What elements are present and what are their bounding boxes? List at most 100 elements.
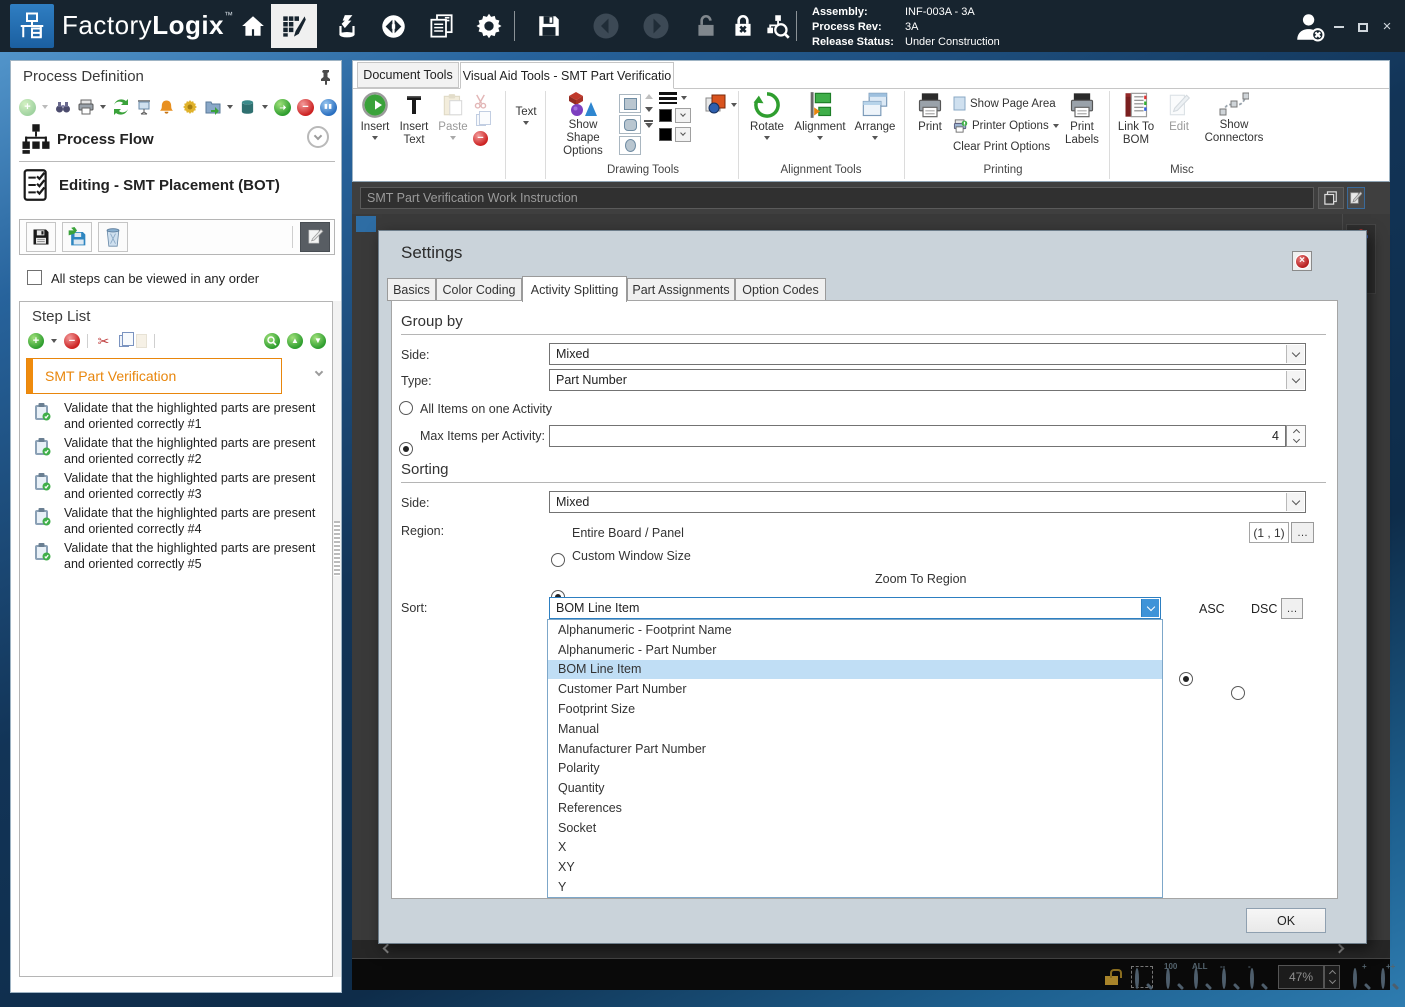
move-step-down-button[interactable] [310,333,326,349]
activate-button[interactable] [274,98,291,116]
cut-button[interactable] [95,333,112,350]
scrollbar-thumb[interactable] [334,521,340,576]
sort-option[interactable]: Customer Part Number [548,679,1162,699]
step-item[interactable]: Validate that the highlighted parts are … [28,540,328,575]
dialog-close-button[interactable] [1292,251,1312,271]
export-caret[interactable] [227,105,233,109]
region-more-button[interactable]: … [1291,522,1314,543]
show-shape-options-button[interactable]: Show Shape Options [551,91,615,158]
edit-button-ribbon[interactable]: Edit [1161,91,1197,134]
gallery-down-button[interactable] [644,107,653,112]
sort-option[interactable]: X [548,838,1162,858]
zoom-window-button[interactable] [1131,966,1153,989]
sort-option[interactable]: Alphanumeric - Part Number [548,640,1162,660]
sort-option[interactable]: Alphanumeric - Footprint Name [548,620,1162,640]
database-button[interactable] [239,99,256,116]
copy-button[interactable] [119,332,134,347]
find-button[interactable] [54,99,71,116]
gallery-up-button[interactable] [644,94,653,99]
zoom-level-spinner[interactable] [1324,965,1340,989]
print-button[interactable] [77,99,94,116]
save-button[interactable] [528,4,570,48]
paste-button[interactable] [136,334,147,348]
entire-board-radio[interactable] [551,553,565,567]
move-step-up-button[interactable] [287,333,303,349]
zoom-in-fast-button[interactable]: ++ [1381,962,1396,989]
groupby-type-combo[interactable]: Part Number [549,369,1306,391]
deactivate-button[interactable] [297,98,314,116]
forward-button[interactable] [635,4,677,48]
pin-button[interactable] [319,69,333,90]
add-step-button[interactable] [28,333,44,349]
collapse-process-flow-button[interactable] [307,126,329,148]
step-collapse-chevron[interactable] [314,367,324,377]
delete-step-button[interactable] [98,222,128,252]
show-page-area-button[interactable]: Show Page Area [953,96,1059,111]
remove-step-button[interactable] [64,333,80,349]
refresh-button[interactable] [112,99,129,116]
maximize-button[interactable] [1354,20,1372,34]
copy-icon[interactable] [475,111,491,126]
tab-option-codes[interactable]: Option Codes [735,278,826,301]
save-step-button[interactable] [26,222,56,252]
notify-button[interactable] [158,99,175,116]
text-button[interactable]: Text [509,106,543,125]
zoom-out-fast-button[interactable]: -- [1220,962,1237,989]
printer-options-button[interactable]: Printer Options [953,119,1059,133]
hold-button[interactable] [320,98,337,116]
max-items-radio[interactable] [399,442,413,456]
tab-basics[interactable]: Basics [387,278,436,301]
tab-activity-splitting[interactable]: Activity Splitting [522,276,627,302]
sync-button[interactable] [372,4,414,48]
sort-option[interactable]: Footprint Size [548,699,1162,719]
zoom-all-button[interactable]: ALL [1192,962,1209,989]
sort-combo[interactable]: BOM Line Item [549,597,1161,619]
sort-option[interactable]: Quantity [548,778,1162,798]
sort-more-button[interactable]: … [1281,598,1303,619]
pages-button[interactable] [1318,187,1344,209]
add-process-caret[interactable] [42,105,48,109]
sort-option[interactable]: XY [548,857,1162,877]
edit-mode-button[interactable] [300,222,330,252]
max-items-spinner[interactable] [1286,425,1306,447]
print-labels-button[interactable]: Print Labels [1059,91,1105,147]
work-instruction-input[interactable] [360,187,1314,209]
tab-color-coding[interactable]: Color Coding [436,278,522,301]
combo-dropdown-button[interactable] [1286,345,1304,363]
show-connectors-button[interactable]: Show Connectors [1201,91,1267,145]
step-item[interactable]: Validate that the highlighted parts are … [28,470,328,505]
scroll-right-arrow-icon[interactable] [1334,943,1345,954]
tab-document-tools[interactable]: Document Tools [357,62,459,88]
sort-option[interactable]: Manufacturer Part Number [548,739,1162,759]
zoom-out-button[interactable]: - [1248,962,1265,989]
present-button[interactable] [135,99,152,116]
arrange-button[interactable]: Arrange [850,91,900,140]
paste-button[interactable]: Paste [435,91,471,140]
canvas-color-button[interactable] [705,94,737,116]
rectangle-shape-button[interactable] [619,94,641,113]
export-button[interactable] [204,99,221,116]
sort-option[interactable]: Socket [548,818,1162,838]
combo-dropdown-button[interactable] [1286,371,1304,389]
step-item[interactable]: Validate that the highlighted parts are … [28,400,328,435]
step-item[interactable]: Validate that the highlighted parts are … [28,505,328,540]
any-order-checkbox[interactable] [27,270,42,285]
delete-shape-button[interactable] [473,131,488,146]
selected-step-row[interactable]: SMT Part Verification [26,358,282,394]
documents-button[interactable] [420,4,462,48]
combo-dropdown-button[interactable] [1286,493,1304,511]
receive-button[interactable] [326,4,368,48]
zoom-step-button[interactable] [264,333,280,349]
close-button[interactable] [1378,20,1396,34]
back-button[interactable] [585,4,627,48]
sort-option[interactable]: Manual [548,719,1162,739]
sort-option[interactable]: Y [548,877,1162,897]
step-item[interactable]: Validate that the highlighted parts are … [28,435,328,470]
fill-color-picker[interactable] [659,127,691,142]
all-items-radio[interactable] [399,401,413,415]
alignment-button[interactable]: Alignment [793,91,847,140]
add-step-caret[interactable] [51,339,57,343]
scroll-left-arrow-icon[interactable] [382,943,393,954]
max-items-input[interactable] [549,425,1286,447]
user-logout-button[interactable] [1293,10,1327,49]
